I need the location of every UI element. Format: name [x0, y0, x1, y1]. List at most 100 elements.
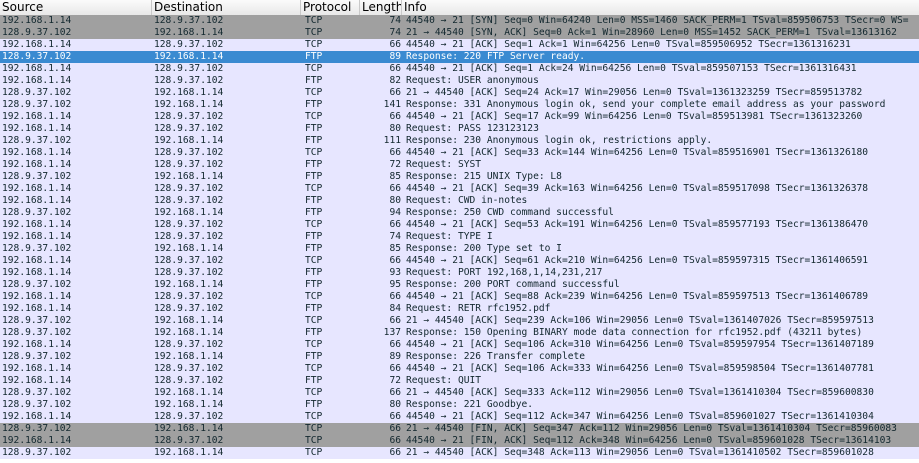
- packet-length: 95: [389, 279, 401, 290]
- packet-length: 85: [389, 243, 401, 254]
- column-header-protocol[interactable]: Protocol: [301, 0, 360, 15]
- packet-source: 128.9.37.102: [2, 243, 72, 254]
- packet-protocol: FTP: [305, 327, 323, 338]
- packet-source: 128.9.37.102: [2, 351, 72, 362]
- column-header-info[interactable]: Info: [402, 0, 919, 15]
- packet-row[interactable]: 192.168.1.14 128.9.37.102 TCP 66 44540 → 21 …: [0, 219, 919, 231]
- packet-info: 44540 → 21 [ACK] Seq=106 Ack=310 Win=642…: [406, 339, 874, 350]
- packet-source: 128.9.37.102: [2, 99, 72, 110]
- packet-source: 192.168.1.14: [2, 291, 72, 302]
- packet-info: Request: SYST: [406, 159, 482, 170]
- packet-row[interactable]: 128.9.37.102 192.168.1.14 TCP 66 21 → 44540 …: [0, 423, 919, 435]
- packet-length: 85: [389, 171, 401, 182]
- packet-protocol: TCP: [305, 27, 323, 38]
- packet-row[interactable]: 192.168.1.14 128.9.37.102 FTP 82 Request: US…: [0, 75, 919, 87]
- packet-row[interactable]: 128.9.37.102 192.168.1.14 TCP 66 21 → 44540 …: [0, 315, 919, 327]
- packet-info: Request: PASS 123123123: [406, 123, 539, 134]
- packet-row[interactable]: 128.9.37.102 192.168.1.14 TCP 74 21 → 44540 …: [0, 27, 919, 39]
- packet-row[interactable]: 128.9.37.102 192.168.1.14 FTP 85 Response: 2…: [0, 243, 919, 255]
- packet-row[interactable]: 128.9.37.102 192.168.1.14 FTP 89 Response: 2…: [0, 51, 919, 63]
- packet-protocol: TCP: [305, 435, 323, 446]
- packet-row[interactable]: 128.9.37.102 192.168.1.14 FTP 89 Response: 2…: [0, 351, 919, 363]
- packet-protocol: TCP: [305, 447, 323, 458]
- packet-length: 66: [389, 63, 401, 74]
- packet-info: Request: CWD in-notes: [406, 195, 528, 206]
- packet-row[interactable]: 192.168.1.14 128.9.37.102 TCP 66 44540 → 21 …: [0, 255, 919, 267]
- packet-row[interactable]: 192.168.1.14 128.9.37.102 TCP 66 44540 → 21 …: [0, 411, 919, 423]
- packet-row[interactable]: 192.168.1.14 128.9.37.102 TCP 66 44540 → 21 …: [0, 63, 919, 75]
- packet-row[interactable]: 128.9.37.102 192.168.1.14 TCP 66 21 → 44540 …: [0, 447, 919, 459]
- packet-info: 21 → 44540 [SYN, ACK] Seq=0 Ack=1 Win=28…: [406, 27, 897, 38]
- packet-protocol: TCP: [305, 39, 323, 50]
- packet-row[interactable]: 128.9.37.102 192.168.1.14 FTP 111 Response: …: [0, 135, 919, 147]
- packet-length: 89: [389, 51, 401, 62]
- packet-info: 44540 → 21 [ACK] Seq=39 Ack=163 Win=6425…: [406, 183, 869, 194]
- packet-length: 66: [389, 315, 401, 326]
- packet-destination: 128.9.37.102: [154, 255, 224, 266]
- packet-length: 66: [389, 219, 401, 230]
- packet-protocol: FTP: [305, 171, 323, 182]
- packet-row[interactable]: 192.168.1.14 128.9.37.102 TCP 66 44540 → 21 …: [0, 339, 919, 351]
- packet-length: 80: [389, 123, 401, 134]
- packet-row[interactable]: 192.168.1.14 128.9.37.102 TCP 66 44540 → 21 …: [0, 363, 919, 375]
- packet-source: 192.168.1.14: [2, 363, 72, 374]
- packet-row[interactable]: 192.168.1.14 128.9.37.102 TCP 66 44540 → 21 …: [0, 147, 919, 159]
- packet-row[interactable]: 192.168.1.14 128.9.37.102 TCP 66 44540 → 21 …: [0, 435, 919, 447]
- packet-source: 192.168.1.14: [2, 375, 72, 386]
- packet-protocol: FTP: [305, 279, 323, 290]
- packet-destination: 192.168.1.14: [154, 51, 224, 62]
- packet-protocol: TCP: [305, 411, 323, 422]
- packet-info: 21 → 44540 [FIN, ACK] Seq=347 Ack=112 Wi…: [406, 423, 897, 434]
- packet-source: 192.168.1.14: [2, 111, 72, 122]
- packet-length: 66: [389, 111, 401, 122]
- packet-row[interactable]: 128.9.37.102 192.168.1.14 FTP 141 Response: …: [0, 99, 919, 111]
- packet-row[interactable]: 128.9.37.102 192.168.1.14 FTP 94 Response: 2…: [0, 207, 919, 219]
- packet-row[interactable]: 192.168.1.14 128.9.37.102 TCP 66 44540 → 21 …: [0, 183, 919, 195]
- packet-destination: 192.168.1.14: [154, 279, 224, 290]
- packet-source: 192.168.1.14: [2, 339, 72, 350]
- packet-protocol: TCP: [305, 291, 323, 302]
- packet-destination: 128.9.37.102: [154, 63, 224, 74]
- packet-source: 192.168.1.14: [2, 195, 72, 206]
- packet-row[interactable]: 192.168.1.14 128.9.37.102 TCP 74 44540 → 21 …: [0, 15, 919, 27]
- packet-length: 66: [389, 387, 401, 398]
- packet-row[interactable]: 192.168.1.14 128.9.37.102 FTP 72 Request: QU…: [0, 375, 919, 387]
- packet-row[interactable]: 128.9.37.102 192.168.1.14 FTP 95 Response: 2…: [0, 279, 919, 291]
- packet-protocol: TCP: [305, 387, 323, 398]
- packet-row[interactable]: 128.9.37.102 192.168.1.14 FTP 85 Response: 2…: [0, 171, 919, 183]
- packet-length: 72: [389, 375, 401, 386]
- packet-row[interactable]: 128.9.37.102 192.168.1.14 FTP 80 Response: 2…: [0, 399, 919, 411]
- packet-row[interactable]: 192.168.1.14 128.9.37.102 TCP 66 44540 → 21 …: [0, 291, 919, 303]
- packet-row[interactable]: 192.168.1.14 128.9.37.102 TCP 66 44540 → 21 …: [0, 39, 919, 51]
- packet-protocol: FTP: [305, 195, 323, 206]
- packet-source: 192.168.1.14: [2, 159, 72, 170]
- packet-length: 72: [389, 159, 401, 170]
- packet-destination: 128.9.37.102: [154, 375, 224, 386]
- packet-destination: 128.9.37.102: [154, 111, 224, 122]
- packet-destination: 192.168.1.14: [154, 315, 224, 326]
- packet-length: 66: [389, 447, 401, 458]
- packet-info: 44540 → 21 [ACK] Seq=17 Ack=99 Win=64256…: [406, 111, 863, 122]
- packet-destination: 128.9.37.102: [154, 291, 224, 302]
- packet-row[interactable]: 192.168.1.14 128.9.37.102 TCP 66 44540 → 21 …: [0, 111, 919, 123]
- packet-length: 66: [389, 87, 401, 98]
- packet-destination: 128.9.37.102: [154, 231, 224, 242]
- packet-protocol: TCP: [305, 255, 323, 266]
- packet-row[interactable]: 192.168.1.14 128.9.37.102 FTP 74 Request: TY…: [0, 231, 919, 243]
- column-header-destination[interactable]: Destination: [152, 0, 301, 15]
- packet-list[interactable]: Source Destination Protocol Length Info …: [0, 0, 919, 463]
- packet-row[interactable]: 128.9.37.102 192.168.1.14 FTP 137 Response: …: [0, 327, 919, 339]
- packet-row[interactable]: 192.168.1.14 128.9.37.102 FTP 84 Request: RE…: [0, 303, 919, 315]
- packet-source: 192.168.1.14: [2, 183, 72, 194]
- packet-row[interactable]: 128.9.37.102 192.168.1.14 TCP 66 21 → 44540 …: [0, 87, 919, 99]
- packet-row[interactable]: 128.9.37.102 192.168.1.14 TCP 66 21 → 44540 …: [0, 387, 919, 399]
- packet-protocol: TCP: [305, 339, 323, 350]
- column-header-source[interactable]: Source: [0, 0, 152, 15]
- packet-row[interactable]: 192.168.1.14 128.9.37.102 FTP 72 Request: SY…: [0, 159, 919, 171]
- packet-row[interactable]: 192.168.1.14 128.9.37.102 FTP 80 Request: PA…: [0, 123, 919, 135]
- packet-destination: 128.9.37.102: [154, 159, 224, 170]
- packet-row[interactable]: 192.168.1.14 128.9.37.102 FTP 80 Request: CW…: [0, 195, 919, 207]
- packet-info: 44540 → 21 [ACK] Seq=53 Ack=191 Win=6425…: [406, 219, 869, 230]
- packet-row[interactable]: 192.168.1.14 128.9.37.102 FTP 93 Request: PO…: [0, 267, 919, 279]
- column-header-length[interactable]: Length: [360, 0, 402, 15]
